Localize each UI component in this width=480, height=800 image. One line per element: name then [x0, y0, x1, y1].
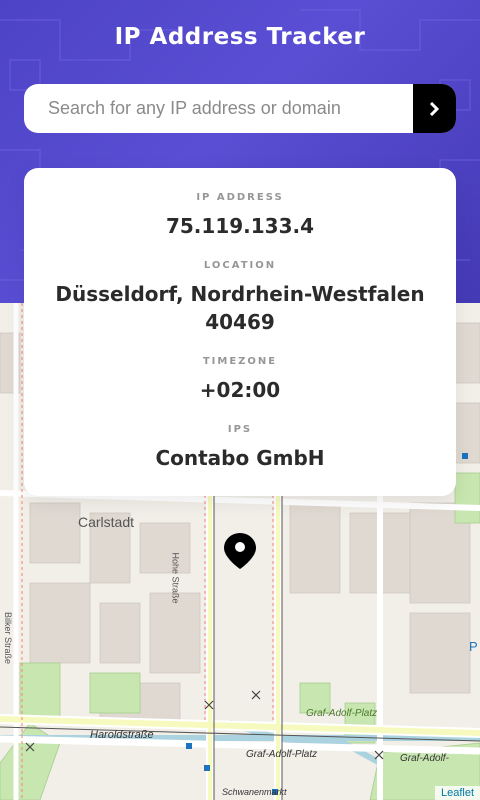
search-input[interactable]	[24, 84, 413, 133]
location-marker-icon[interactable]	[222, 531, 258, 571]
location-label: LOCATION	[203, 260, 277, 271]
timezone-label: TIMEZONE	[202, 356, 278, 367]
isp-value: Contabo GmbH	[155, 446, 325, 470]
map-label-district: Carlstadt	[78, 514, 135, 530]
search-bar	[24, 84, 456, 133]
location-value-line1: Düsseldorf, Nordrhein-Westfalen	[55, 282, 425, 306]
parking-icon: P	[469, 639, 478, 654]
map-label-square: Graf-Adolf-Platz	[306, 708, 378, 719]
map-label-street: Haroldstraße	[90, 729, 154, 741]
ip-address-value: 75.119.133.4	[165, 214, 315, 238]
map-label-square: Graf-Adolf-Platz	[246, 749, 318, 760]
timezone-value: +02:00	[199, 378, 281, 402]
page-title: IP Address Tracker	[114, 24, 366, 50]
location-value-line2: 40469	[205, 310, 275, 334]
isp-label: IPS	[227, 424, 253, 435]
map-label-street: Schwanenmarkt	[222, 787, 287, 797]
ip-address-label: IP ADDRESS	[196, 192, 284, 203]
search-submit-button[interactable]	[413, 84, 456, 133]
map-label-street: Bilker Straße	[3, 611, 14, 665]
chevron-right-icon	[429, 101, 440, 116]
map-attribution-link[interactable]: Leaflet	[434, 786, 480, 800]
ip-info-card: IP ADDRESS 75.119.133.4 LOCATION Düsseld…	[24, 168, 456, 496]
map-label-square: Graf-Adolf-	[400, 753, 449, 764]
map-label-street: Hohe Straße	[170, 552, 181, 604]
